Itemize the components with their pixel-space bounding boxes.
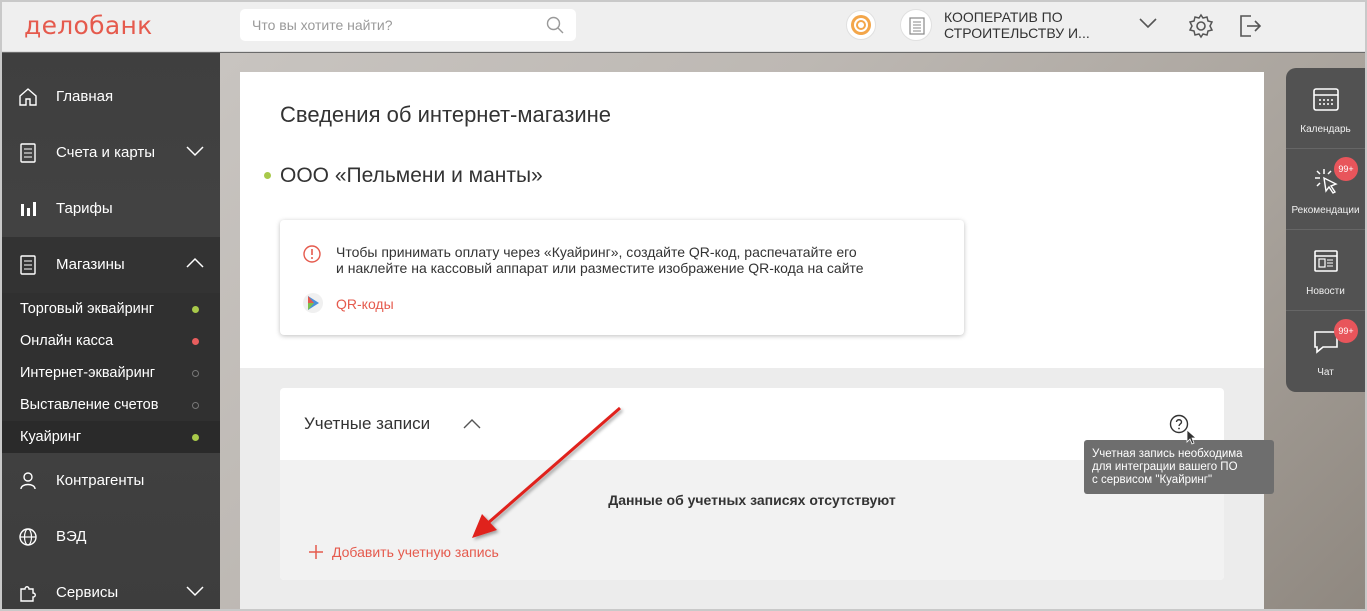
search-input[interactable] — [240, 9, 520, 41]
chevron-up-icon[interactable] — [186, 257, 204, 269]
status-dot — [192, 370, 199, 377]
status-dot — [192, 338, 199, 345]
top-header: делобанк КООПЕРАТИВ ПО СТРОИТЕЛЬСТВУ И..… — [2, 2, 1365, 52]
sidebar-item-home[interactable]: Главная — [2, 69, 220, 125]
chevron-down-icon[interactable] — [186, 145, 204, 157]
rail-item-label: Новости — [1306, 286, 1345, 297]
sidebar-item-label: Контрагенты — [56, 472, 145, 489]
tooltip-line2: для интеграции вашего ПО — [1092, 461, 1238, 473]
sidebar-item-label: Тарифы — [56, 200, 113, 217]
shops-submenu: Торговый эквайринг Онлайн касса Интернет… — [2, 293, 220, 453]
info-icon — [303, 245, 321, 263]
accounts-panel: Учетные записи Данные об учетных записях… — [280, 388, 1224, 580]
sidebar-item-label: Магазины — [56, 256, 125, 273]
mouse-cursor-icon — [1186, 429, 1198, 445]
sidebar-item-label: Главная — [56, 88, 114, 105]
sidebar: Главная Счета и карты Тарифы Магазины То… — [2, 53, 220, 609]
page-title: Сведения об интернет-магазине — [280, 102, 612, 127]
person-icon — [20, 472, 36, 490]
rail-item-calendar[interactable]: Календарь — [1286, 68, 1365, 149]
sidebar-item-services[interactable]: Сервисы — [2, 565, 220, 611]
shop-name: ООО «Пельмени и манты» — [280, 164, 543, 187]
status-dot — [192, 402, 199, 409]
bonus-coin-icon[interactable] — [846, 10, 876, 40]
status-dot — [264, 172, 271, 179]
organization-name-line2: СТРОИТЕЛЬСТВУ И... — [944, 25, 1090, 41]
document-icon — [20, 255, 36, 275]
logout-icon[interactable] — [1237, 13, 1263, 39]
submenu-item-label: Торговый эквайринг — [20, 301, 155, 317]
organization-name-line1: КООПЕРАТИВ ПО — [944, 9, 1063, 25]
play-logo-icon — [303, 293, 323, 313]
tooltip-line3: с сервисом "Куайринг" — [1092, 474, 1213, 486]
shop-details-card: Сведения об интернет-магазине ООО «Пельм… — [240, 72, 1264, 609]
info-notice: Чтобы принимать оплату через «Куайринг»,… — [280, 220, 964, 335]
chevron-down-icon[interactable] — [186, 585, 204, 597]
rail-item-label: Календарь — [1300, 124, 1351, 135]
sidebar-item-shops[interactable]: Магазины — [2, 237, 220, 293]
accounts-body: Данные об учетных записях отсутствуют До… — [280, 460, 1224, 580]
info-text-line1: Чтобы принимать оплату через «Куайринг»,… — [336, 244, 857, 260]
help-tooltip: Учетная запись необходима для интеграции… — [1084, 440, 1274, 494]
sidebar-item-ved[interactable]: ВЭД — [2, 509, 220, 565]
add-account-button[interactable]: Добавить учетную запись — [308, 544, 499, 560]
organization-building-icon[interactable] — [900, 9, 932, 41]
submenu-item-trade-acquiring[interactable]: Торговый эквайринг — [2, 293, 220, 325]
puzzle-icon — [20, 586, 36, 602]
document-icon — [20, 143, 36, 163]
submenu-item-label: Онлайн касса — [20, 333, 114, 349]
search-icon[interactable] — [546, 16, 564, 34]
submenu-item-qr-acquiring[interactable]: Куайринг — [2, 421, 220, 453]
search-box[interactable] — [240, 9, 576, 41]
add-account-label: Добавить учетную запись — [332, 544, 499, 560]
status-dot — [192, 434, 199, 441]
info-text-line2: и наклейте на кассовый аппарат или разме… — [336, 260, 864, 276]
notification-badge: 99+ — [1334, 319, 1358, 343]
notification-badge: 99+ — [1334, 157, 1358, 181]
gear-icon[interactable] — [1188, 13, 1214, 39]
globe-icon — [19, 528, 37, 546]
submenu-item-invoicing[interactable]: Выставление счетов — [2, 389, 220, 421]
sidebar-item-accounts[interactable]: Счета и карты — [2, 125, 220, 181]
sidebar-item-label: Счета и карты — [56, 144, 155, 161]
submenu-item-label: Куайринг — [20, 429, 82, 445]
info-text: Чтобы принимать оплату через «Куайринг»,… — [336, 244, 936, 276]
submenu-item-online-cashbox[interactable]: Онлайн касса — [2, 325, 220, 357]
plus-icon — [309, 545, 323, 559]
status-dot — [192, 306, 199, 313]
rail-item-label: Чат — [1317, 367, 1334, 378]
rail-item-news[interactable]: Новости — [1286, 230, 1365, 311]
rail-item-chat[interactable]: 99+ Чат — [1286, 311, 1365, 392]
accounts-title: Учетные записи — [304, 414, 431, 433]
bar-chart-icon — [21, 202, 36, 216]
right-rail: Календарь 99+ Рекомендации Новости 99+ Ч… — [1286, 68, 1367, 392]
news-icon — [1314, 250, 1338, 272]
tooltip-line1: Учетная запись необходима — [1092, 448, 1243, 460]
qr-codes-link[interactable]: QR-коды — [336, 296, 394, 312]
submenu-item-label: Выставление счетов — [20, 397, 159, 413]
rail-item-label: Рекомендации — [1291, 205, 1360, 216]
empty-state-text: Данные об учетных записях отсутствуют — [608, 492, 896, 508]
sidebar-item-label: Сервисы — [56, 584, 119, 601]
chevron-up-icon[interactable] — [462, 418, 482, 430]
chevron-down-icon[interactable] — [1139, 17, 1157, 29]
submenu-item-internet-acquiring[interactable]: Интернет-эквайринг — [2, 357, 220, 389]
sidebar-item-label: ВЭД — [56, 528, 87, 545]
organization-name[interactable]: КООПЕРАТИВ ПО СТРОИТЕЛЬСТВУ И... — [944, 9, 1114, 41]
submenu-item-label: Интернет-эквайринг — [20, 365, 156, 381]
home-icon — [19, 88, 37, 106]
sidebar-item-counterparties[interactable]: Контрагенты — [2, 453, 220, 509]
rail-item-recommendations[interactable]: 99+ Рекомендации — [1286, 149, 1365, 230]
calendar-icon — [1313, 88, 1339, 111]
bank-logo[interactable]: делобанк — [24, 11, 153, 40]
sidebar-item-tariffs[interactable]: Тарифы — [2, 181, 220, 237]
